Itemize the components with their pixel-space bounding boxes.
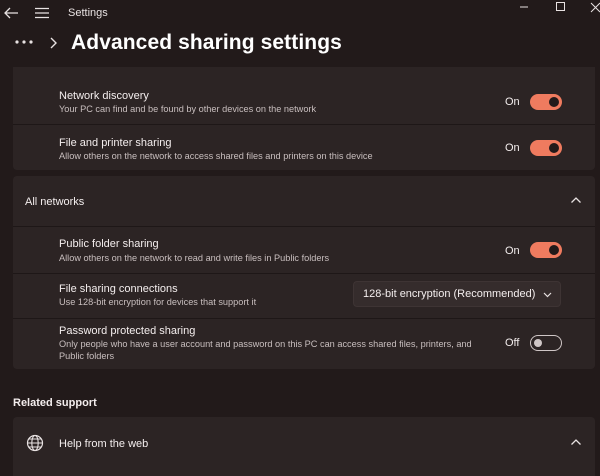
network-discovery-toggle[interactable]: [530, 94, 562, 110]
hamburger-menu-icon[interactable]: [34, 6, 50, 20]
file-printer-sharing-desc: Allow others on the network to access sh…: [59, 151, 373, 161]
file-sharing-connections-desc: Use 128-bit encryption for devices that …: [59, 297, 257, 307]
chevron-down-icon: [543, 292, 552, 298]
password-protected-sharing-desc-line2: Public folders: [59, 351, 115, 361]
divider: [13, 226, 595, 227]
divider: [13, 318, 595, 319]
encryption-dropdown[interactable]: 128-bit encryption (Recommended): [353, 281, 561, 307]
public-folder-sharing-title: Public folder sharing: [59, 238, 159, 250]
globe-icon: [26, 434, 44, 452]
breadcrumb-chevron-icon: [50, 37, 57, 49]
divider: [13, 273, 595, 274]
network-discovery-title: Network discovery: [59, 90, 149, 102]
password-protected-sharing-desc-line1: Only people who have a user account and …: [59, 339, 472, 349]
file-printer-sharing-state: On: [505, 142, 520, 154]
more-options-icon[interactable]: [14, 36, 36, 48]
minimize-icon[interactable]: [517, 1, 531, 13]
file-printer-sharing-toggle[interactable]: [530, 140, 562, 156]
title-bar: Settings: [0, 0, 600, 28]
all-networks-label: All networks: [25, 196, 85, 208]
password-protected-sharing-title: Password protected sharing: [59, 325, 196, 337]
password-protected-sharing-state: Off: [505, 337, 520, 349]
public-folder-sharing-toggle[interactable]: [530, 242, 562, 258]
toggle-knob: [549, 245, 559, 255]
window-title: Settings: [68, 7, 108, 19]
close-icon[interactable]: [588, 0, 600, 14]
maximize-icon[interactable]: [554, 0, 568, 14]
file-sharing-connections-title: File sharing connections: [59, 283, 178, 295]
chevron-up-icon[interactable]: [570, 196, 582, 204]
network-discovery-desc: Your PC can find and be found by other d…: [59, 104, 317, 114]
public-folder-sharing-desc: Allow others on the network to read and …: [59, 253, 330, 263]
back-arrow-icon[interactable]: [2, 5, 20, 21]
password-protected-sharing-toggle[interactable]: [530, 335, 562, 351]
related-support-heading: Related support: [13, 397, 97, 409]
divider: [13, 124, 595, 125]
file-printer-sharing-title: File and printer sharing: [59, 137, 172, 149]
toggle-knob: [549, 97, 559, 107]
network-discovery-state: On: [505, 96, 520, 108]
public-folder-sharing-state: On: [505, 245, 520, 257]
chevron-up-icon[interactable]: [570, 438, 582, 446]
toggle-knob: [549, 143, 559, 153]
toggle-knob: [534, 339, 542, 347]
encryption-dropdown-value: 128-bit encryption (Recommended): [363, 288, 536, 300]
help-from-web-label: Help from the web: [59, 438, 149, 450]
page-title: Advanced sharing settings: [71, 31, 342, 54]
